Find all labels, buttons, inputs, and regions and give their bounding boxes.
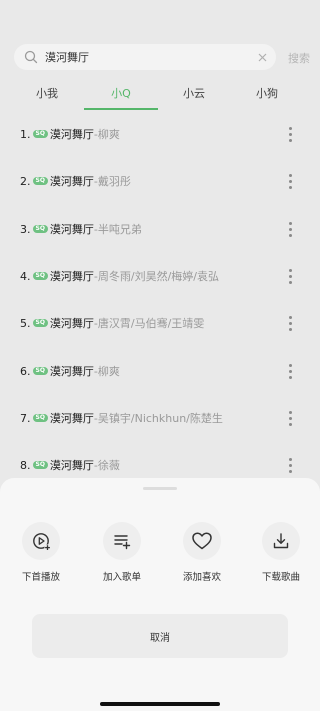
tab-xiaowo[interactable]: 小我 (17, 85, 77, 101)
song-title: 漠河舞厅 (49, 365, 94, 378)
home-indicator (100, 702, 220, 706)
song-index: 4. (20, 269, 31, 283)
list-item[interactable]: 4. SQ 漠河舞厅 -周冬雨/刘昊然/梅婷/袁弘 (0, 253, 320, 299)
list-item[interactable]: 5. SQ 漠河舞厅 -唐汉霄/马伯骞/王靖雯 (0, 300, 320, 346)
add-favorite-button[interactable]: 添加喜欢 (174, 522, 230, 583)
song-index: 7. (20, 411, 31, 425)
sq-badge: SQ (32, 367, 48, 375)
more-options-icon[interactable] (284, 219, 296, 239)
list-item[interactable]: 7. SQ 漠河舞厅 -吴镇宇/Nichkhun/陈楚生 (0, 395, 320, 441)
sq-badge: SQ (32, 319, 48, 327)
song-artist: -唐汉霄/马伯骞/王靖雯 (93, 317, 205, 330)
list-item[interactable]: 1. SQ 漠河舞厅 -柳爽 (0, 111, 320, 157)
search-button[interactable]: 搜索 (288, 50, 310, 66)
song-title: 漠河舞厅 (49, 175, 94, 188)
sq-badge: SQ (32, 225, 48, 233)
song-artist: -柳爽 (93, 365, 120, 378)
search-icon (24, 50, 38, 64)
song-index: 8. (20, 458, 31, 472)
add-to-playlist-icon (103, 522, 141, 560)
song-title: 漠河舞厅 (49, 223, 94, 236)
list-item[interactable]: 2. SQ 漠河舞厅 -戴羽彤 (0, 158, 320, 204)
play-next-button[interactable]: 下首播放 (13, 522, 69, 583)
more-options-icon[interactable] (284, 313, 296, 333)
add-favorite-label: 添加喜欢 (182, 572, 221, 583)
song-artist: -柳爽 (93, 128, 120, 141)
more-options-icon[interactable] (284, 124, 296, 144)
song-index: 5. (20, 316, 31, 330)
song-artist: -周冬雨/刘昊然/梅婷/袁弘 (93, 270, 220, 283)
source-tabs: 小我 小Q 小云 小狗 (0, 80, 320, 110)
download-button[interactable]: 下载歌曲 (253, 522, 309, 583)
song-title: 漠河舞厅 (49, 459, 94, 472)
download-icon (262, 522, 300, 560)
more-options-icon[interactable] (284, 171, 296, 191)
tab-xiaogou[interactable]: 小狗 (237, 85, 297, 101)
more-options-icon[interactable] (284, 266, 296, 286)
song-artist: -徐薇 (93, 459, 120, 472)
song-title: 漠河舞厅 (49, 270, 94, 283)
tab-xiaoq[interactable]: 小Q (91, 85, 151, 101)
song-title: 漠河舞厅 (49, 128, 94, 141)
song-index: 1. (20, 127, 31, 141)
drag-handle[interactable] (143, 487, 177, 490)
cancel-button[interactable]: 取消 (32, 614, 288, 658)
add-to-playlist-button[interactable]: 加入歌单 (94, 522, 150, 583)
sq-badge: SQ (32, 414, 48, 422)
search-bar[interactable]: 漠河舞厅 (14, 44, 276, 70)
song-artist: -戴羽彤 (93, 175, 131, 188)
song-title: 漠河舞厅 (49, 412, 94, 425)
search-input[interactable]: 漠河舞厅 (45, 49, 252, 65)
more-options-icon[interactable] (284, 408, 296, 428)
heart-icon (183, 522, 221, 560)
play-next-icon (22, 522, 60, 560)
add-to-playlist-label: 加入歌单 (102, 572, 141, 583)
sq-badge: SQ (32, 272, 48, 280)
song-index: 3. (20, 222, 31, 236)
action-sheet: 下首播放 加入歌单 添加喜欢 下载歌曲 取消 (0, 478, 320, 711)
active-tab-indicator (84, 108, 158, 110)
song-artist: -半吨兄弟 (93, 223, 142, 236)
song-index: 2. (20, 174, 31, 188)
song-artist: -吴镇宇/Nichkhun/陈楚生 (93, 412, 223, 425)
more-options-icon[interactable] (284, 455, 296, 475)
more-options-icon[interactable] (284, 361, 296, 381)
clear-icon[interactable] (252, 47, 272, 67)
song-index: 6. (20, 364, 31, 378)
sq-badge: SQ (32, 130, 48, 138)
sq-badge: SQ (32, 461, 48, 469)
play-next-label: 下首播放 (21, 572, 60, 583)
tab-xiaoyun[interactable]: 小云 (164, 85, 224, 101)
sq-badge: SQ (32, 177, 48, 185)
song-title: 漠河舞厅 (49, 317, 94, 330)
list-item[interactable]: 3. SQ 漠河舞厅 -半吨兄弟 (0, 206, 320, 252)
list-item[interactable]: 6. SQ 漠河舞厅 -柳爽 (0, 348, 320, 394)
download-label: 下载歌曲 (261, 572, 300, 583)
